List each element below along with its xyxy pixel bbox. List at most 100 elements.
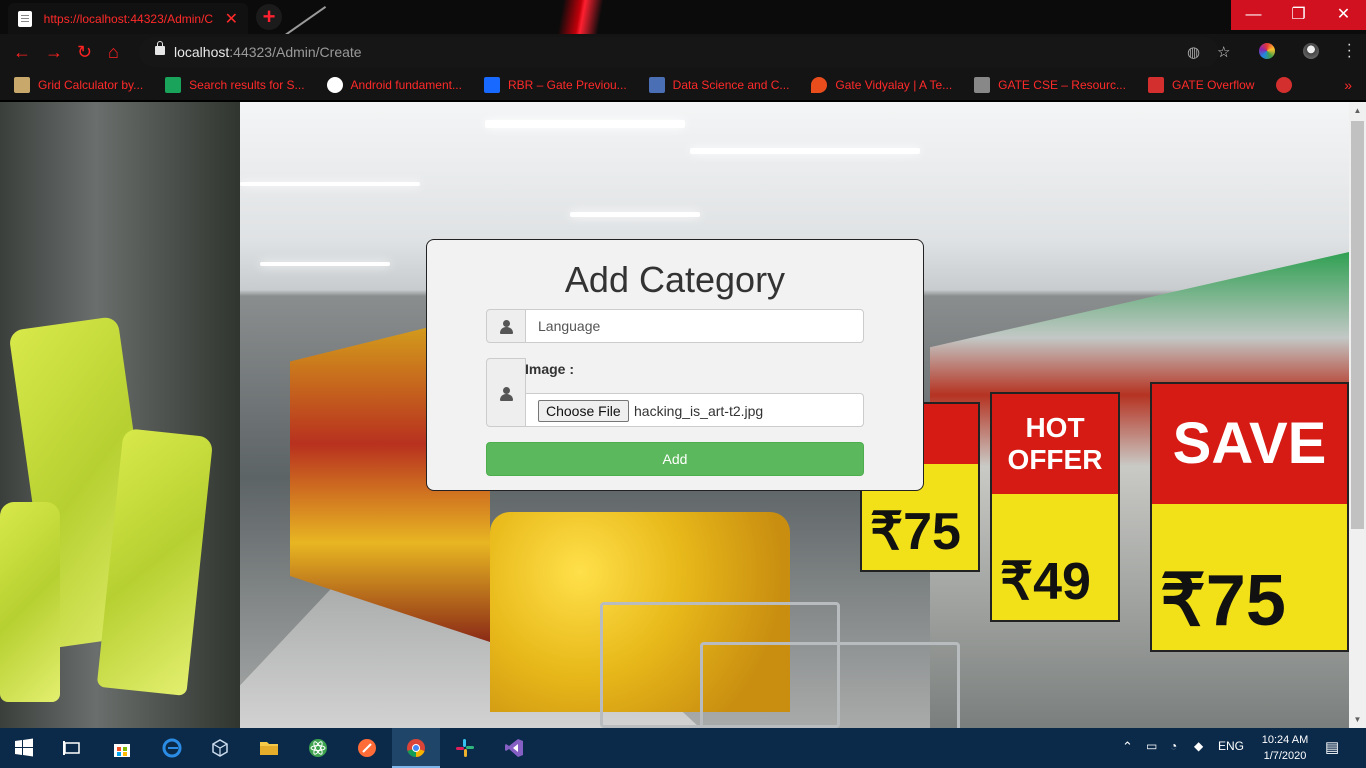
chrome-app[interactable] xyxy=(392,728,440,768)
file-explorer-app[interactable] xyxy=(245,728,293,768)
postman-icon xyxy=(358,739,376,757)
visual-studio-icon xyxy=(505,739,523,757)
close-window-button[interactable]: ✕ xyxy=(1321,0,1366,30)
bookmark-label: RBR – Gate Previou... xyxy=(507,78,627,92)
lock-icon[interactable] xyxy=(155,41,165,55)
home-icon[interactable]: ⌂ xyxy=(108,41,119,63)
url-text[interactable]: localhost:44323/Admin/Create xyxy=(174,44,362,60)
edge-icon xyxy=(162,738,182,758)
sign-banner: HOT OFFER xyxy=(992,394,1118,494)
restore-button[interactable]: ❐ xyxy=(1276,0,1321,30)
image-label: Image : xyxy=(525,361,575,377)
bookmark-label: GATE CSE – Resourc... xyxy=(998,78,1126,92)
window-controls: — ❐ ✕ xyxy=(1231,0,1366,30)
store-bag-icon xyxy=(114,744,130,757)
bookmark-label: GATE Overflow xyxy=(1171,78,1255,92)
slack-app[interactable] xyxy=(441,728,489,768)
bookmark-item[interactable]: RBR – Gate Previou... xyxy=(483,77,627,93)
dropbox-icon[interactable]: ◆ xyxy=(1194,739,1203,753)
system-clock[interactable]: 10:24 AM 1/7/2020 xyxy=(1255,732,1315,764)
visual-studio-app[interactable] xyxy=(490,728,538,768)
browser-menu-icon[interactable]: · · · xyxy=(1347,37,1352,65)
notifications-icon[interactable]: ▤ xyxy=(1325,738,1339,756)
gate-vidyalay-icon xyxy=(811,77,828,93)
choose-file-button[interactable]: Choose File xyxy=(538,400,629,422)
wifi-icon[interactable]: ◔ xyxy=(1170,739,1177,753)
bookmark-item[interactable]: Gate Vidyalay | A Te... xyxy=(811,77,952,93)
new-tab-button[interactable]: + xyxy=(256,4,282,30)
chrome-icon xyxy=(407,739,425,757)
bookmark-item[interactable]: GATE CSE – Resourc... xyxy=(974,77,1126,93)
product-bag xyxy=(0,502,60,702)
clock-time: 10:24 AM xyxy=(1261,734,1309,746)
site-blocked-icon[interactable]: ◍ xyxy=(1187,43,1200,61)
profile-avatar[interactable] xyxy=(1303,43,1319,59)
show-hidden-icons-icon[interactable]: ⌃ xyxy=(1122,739,1133,755)
language-indicator[interactable]: ENG xyxy=(1218,739,1244,753)
page-scrollbar[interactable]: ▲ ▼ xyxy=(1349,102,1366,728)
atom-icon xyxy=(309,739,327,757)
bookmark-label: Gate Vidyalay | A Te... xyxy=(835,78,953,92)
bookmark-item[interactable]: GATE Overflow xyxy=(1147,77,1255,93)
url-host: localhost xyxy=(174,44,230,60)
ceiling-light xyxy=(690,148,920,154)
bookmark-item[interactable]: Grid Calculator by... xyxy=(14,77,143,93)
url-path: :44323/Admin/Create xyxy=(229,44,362,60)
postman-app[interactable] xyxy=(343,728,391,768)
sign-banner: SAVE xyxy=(1152,384,1347,504)
folder-icon xyxy=(260,742,278,755)
back-arrow-icon[interactable]: ← xyxy=(13,41,31,63)
reload-icon[interactable]: ↻ xyxy=(77,41,92,63)
input-addon xyxy=(486,309,526,343)
category-name-input[interactable]: Language xyxy=(525,309,864,343)
search-results-icon xyxy=(165,77,182,93)
windows-logo-icon xyxy=(15,738,33,757)
start-button[interactable] xyxy=(0,728,48,768)
bookmark-item[interactable]: Android fundament... xyxy=(326,77,462,93)
cube-icon xyxy=(212,739,228,757)
image-file-input[interactable]: Choose File hacking_is_art-t2.jpg xyxy=(525,393,864,427)
address-bar[interactable]: localhost:44323/Admin/Create ◍ ☆ xyxy=(139,37,1230,67)
ceiling-light xyxy=(570,212,700,217)
bookmark-label: Grid Calculator by... xyxy=(38,78,144,92)
selected-file-name: hacking_is_art-t2.jpg xyxy=(634,403,764,419)
sign-price: ₹75 xyxy=(1160,561,1286,641)
grid-calculator-icon xyxy=(14,77,30,93)
browser-tab-strip: https://localhost:44323/Admin/C ✕ + — ❐ … xyxy=(0,0,1366,34)
bookmark-label: Android fundament... xyxy=(350,78,462,92)
atom-app[interactable] xyxy=(294,728,342,768)
3d-viewer-app[interactable] xyxy=(196,728,244,768)
bookmarks-bar: Grid Calculator by... Search results for… xyxy=(0,70,1366,100)
windows-taskbar: ⌃ ▭ ◔ ◆ ENG 10:24 AM 1/7/2020 ▤ xyxy=(0,728,1366,768)
store-app[interactable] xyxy=(98,728,146,768)
forward-arrow-icon[interactable]: → xyxy=(45,41,63,63)
battery-icon[interactable]: ▭ xyxy=(1146,739,1157,753)
bookmark-star-icon[interactable]: ☆ xyxy=(1217,43,1230,61)
ceiling-light xyxy=(485,120,685,128)
sign-price: ₹49 xyxy=(1000,553,1091,611)
task-view-button[interactable] xyxy=(48,728,96,768)
shopping-cart xyxy=(700,642,960,728)
close-tab-icon[interactable]: ✕ xyxy=(225,9,238,29)
scroll-thumb[interactable] xyxy=(1351,121,1364,529)
edge-app[interactable] xyxy=(148,728,196,768)
browser-toolbar: ← → ↻ ⌂ localhost:44323/Admin/Create ◍ ☆… xyxy=(0,34,1366,70)
behance-icon xyxy=(483,77,500,93)
browser-tab[interactable]: https://localhost:44323/Admin/C ✕ xyxy=(8,3,248,34)
bookmark-item[interactable]: Search results for S... xyxy=(165,77,305,93)
promo-sign: HOT OFFER ₹49 xyxy=(990,392,1120,622)
user-icon xyxy=(500,320,513,334)
scroll-up-icon[interactable]: ▲ xyxy=(1349,102,1366,119)
minimize-button[interactable]: — xyxy=(1231,0,1276,30)
add-button[interactable]: Add xyxy=(486,442,864,476)
sign-price: ₹75 xyxy=(870,503,961,561)
user-icon xyxy=(500,387,513,401)
bookmark-item[interactable]: Data Science and C... xyxy=(648,77,789,93)
bookmark-item[interactable] xyxy=(1276,77,1300,93)
tab-title: https://localhost:44323/Admin/C xyxy=(43,11,214,26)
background-decoration xyxy=(554,0,606,34)
scroll-down-icon[interactable]: ▼ xyxy=(1349,711,1366,728)
page-favicon-icon xyxy=(18,10,32,27)
more-bookmarks-icon[interactable]: » xyxy=(1344,77,1352,93)
color-picker-extension-icon[interactable] xyxy=(1259,43,1275,59)
